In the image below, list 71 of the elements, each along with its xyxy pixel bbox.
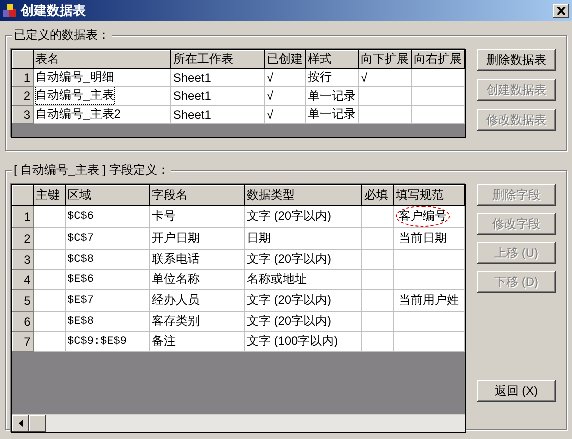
table-cell: $C$9:$E$9 bbox=[65, 332, 150, 352]
table-cell: √ bbox=[264, 106, 306, 124]
table-cell: 自动编号_明细 bbox=[33, 68, 171, 86]
table-cell: 单一记录 bbox=[305, 106, 358, 124]
column-header[interactable]: 已创建 bbox=[264, 50, 306, 68]
column-header[interactable]: 向右扩展 bbox=[411, 50, 464, 68]
row-header[interactable]: 1 bbox=[12, 206, 34, 228]
horizontal-scrollbar[interactable] bbox=[12, 414, 465, 432]
table-cell: $C$8 bbox=[65, 250, 150, 270]
dialog-button[interactable]: 返回 (X) bbox=[477, 380, 556, 402]
row-header[interactable]: 2 bbox=[12, 228, 34, 250]
table-cell: Sheet1 bbox=[170, 106, 264, 124]
table-cell: 名称或地址 bbox=[244, 270, 362, 290]
table-cell: 文字 (100字以内) bbox=[244, 332, 362, 352]
table-cell: $C$6 bbox=[65, 206, 150, 228]
window-title: 创建数据表 bbox=[21, 2, 87, 20]
table-cell: 备注 bbox=[150, 332, 244, 352]
row-header[interactable]: 2 bbox=[12, 86, 34, 106]
row-header[interactable]: 1 bbox=[12, 68, 34, 86]
scroll-thumb[interactable] bbox=[29, 415, 46, 432]
table-cell: 自动编号_主表 bbox=[33, 86, 171, 106]
column-header[interactable]: 必填 bbox=[362, 186, 394, 206]
column-header[interactable]: 主键 bbox=[33, 186, 66, 206]
column-header[interactable]: 向下扩展 bbox=[358, 50, 412, 68]
table-cell: 文字 (20字以内) bbox=[244, 206, 362, 228]
table-cell: $E$7 bbox=[65, 290, 150, 312]
dialog-button[interactable]: 删除数据表 bbox=[477, 49, 556, 71]
table-cell: 客户编号 bbox=[393, 206, 464, 228]
row-header[interactable]: 3 bbox=[12, 250, 34, 270]
column-header[interactable]: 填写规范 bbox=[393, 186, 464, 206]
row-header[interactable]: 3 bbox=[12, 106, 34, 124]
scroll-left-button[interactable] bbox=[12, 415, 29, 432]
left-arrow-icon bbox=[18, 420, 22, 427]
group-title: 已定义的数据表： bbox=[12, 28, 112, 43]
column-header[interactable]: 表名 bbox=[33, 50, 171, 68]
table-cell: 联系电话 bbox=[150, 250, 244, 270]
table-cell: 自动编号_主表2 bbox=[33, 106, 171, 124]
row-header[interactable]: 7 bbox=[12, 332, 34, 352]
table-cell: 单位名称 bbox=[150, 270, 244, 290]
table-cell: 文字 (20字以内) bbox=[244, 250, 362, 270]
table-cell: $E$6 bbox=[65, 270, 150, 290]
table-cell: 当前用户姓 bbox=[393, 290, 464, 312]
column-header[interactable]: 样式 bbox=[305, 50, 358, 68]
table-cell: 经办人员 bbox=[150, 290, 244, 312]
table-cell: 客存类别 bbox=[150, 312, 244, 332]
table-cell: Sheet1 bbox=[170, 86, 264, 106]
column-header[interactable]: 所在工作表 bbox=[170, 50, 264, 68]
table-cell: Sheet1 bbox=[170, 68, 264, 86]
cubes-icon bbox=[2, 2, 18, 18]
table-cell: 当前日期 bbox=[393, 228, 464, 250]
table-cell: 单一记录 bbox=[305, 86, 358, 106]
table-cell: √ bbox=[358, 68, 412, 86]
table-cell: √ bbox=[264, 86, 306, 106]
row-header[interactable]: 5 bbox=[12, 290, 34, 312]
group-title: [ 自动编号_主表 ] 字段定义： bbox=[12, 163, 172, 178]
row-header[interactable]: 6 bbox=[12, 312, 34, 332]
table-cell: 文字 (20字以内) bbox=[244, 290, 362, 312]
table-cell: √ bbox=[264, 68, 306, 86]
table-cell: 卡号 bbox=[150, 206, 244, 228]
column-header[interactable]: 数据类型 bbox=[244, 186, 362, 206]
table-cell: $E$8 bbox=[65, 312, 150, 332]
column-header[interactable]: 区域 bbox=[65, 186, 150, 206]
table-cell: 按行 bbox=[305, 68, 358, 86]
close-button[interactable] bbox=[553, 4, 569, 18]
table-cell: 文字 (20字以内) bbox=[244, 312, 362, 332]
table-cell: 开户日期 bbox=[150, 228, 244, 250]
column-header[interactable]: 字段名 bbox=[150, 186, 244, 206]
table-cell: 日期 bbox=[244, 228, 362, 250]
table-cell: $C$7 bbox=[65, 228, 150, 250]
row-header[interactable]: 4 bbox=[12, 270, 34, 290]
close-icon bbox=[556, 6, 566, 14]
